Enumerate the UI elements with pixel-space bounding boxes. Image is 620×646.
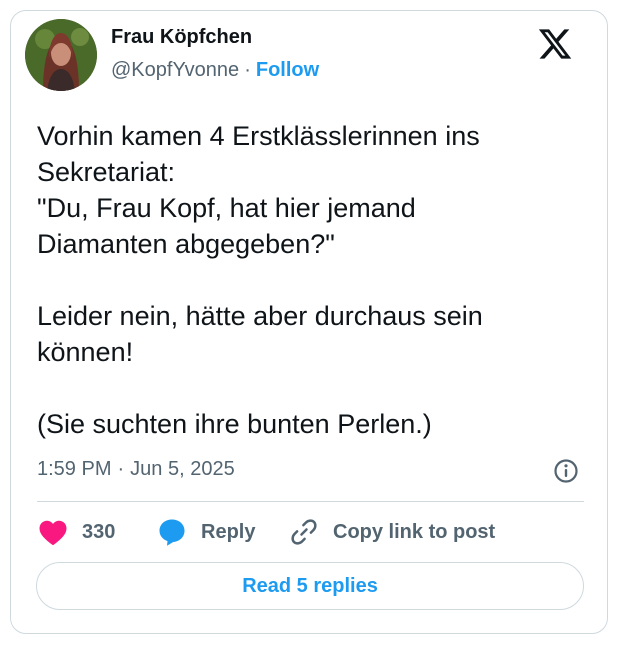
timestamp-row[interactable]: 1:59 PM · Jun 5, 2025 — [37, 458, 235, 481]
tweet-time[interactable]: 1:59 PM — [37, 458, 111, 480]
heart-icon — [38, 518, 82, 546]
timestamp-separator: · — [117, 458, 125, 480]
avatar[interactable] — [25, 19, 97, 91]
handle-row: @KopfYvonne · Follow — [111, 59, 319, 82]
follow-link[interactable]: Follow — [256, 59, 319, 81]
read-replies-button[interactable]: Read 5 replies — [36, 562, 584, 610]
reply-button[interactable]: Reply — [157, 516, 255, 548]
like-count: 330 — [82, 520, 116, 543]
speech-bubble-icon — [157, 517, 201, 547]
link-icon — [289, 517, 333, 547]
display-name[interactable]: Frau Köpfchen — [111, 26, 252, 49]
x-logo-icon[interactable] — [537, 26, 573, 62]
tweet-date[interactable]: Jun 5, 2025 — [130, 458, 235, 480]
copy-link-button[interactable]: Copy link to post — [289, 516, 495, 548]
copy-link-label: Copy link to post — [333, 520, 496, 543]
tweet-text: Vorhin kamen 4 Erstklässlerinnen ins Sek… — [37, 121, 483, 439]
handle[interactable]: @KopfYvonne — [111, 59, 239, 81]
divider — [37, 501, 584, 502]
reply-label: Reply — [201, 520, 256, 543]
info-icon[interactable] — [553, 458, 579, 484]
handle-separator: · — [244, 59, 251, 81]
like-button[interactable]: 330 — [38, 516, 115, 548]
